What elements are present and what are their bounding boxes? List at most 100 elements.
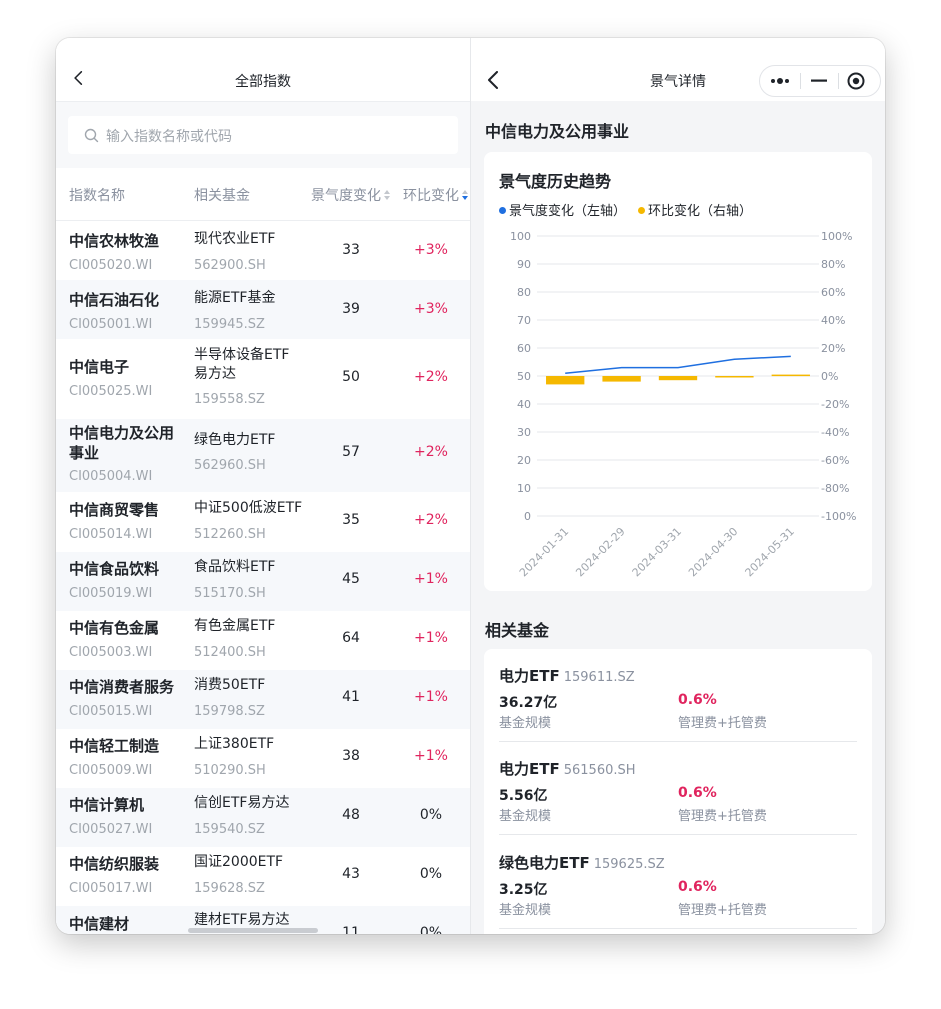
value-cell: 11 <box>342 925 360 934</box>
related-funds-title: 相关基金 <box>485 621 550 640</box>
right-nav-bar: 景气详情 <box>471 38 885 101</box>
more-icon[interactable] <box>770 76 792 86</box>
fund-code: 159798.SZ <box>194 704 265 719</box>
fund-item-name: 电力ETF <box>499 667 560 685</box>
fund-item-name: 绿色电力ETF <box>499 854 590 872</box>
fund-fee-value: 0.6% <box>678 785 717 801</box>
header-change-sort[interactable]: 环比变化 <box>403 185 469 205</box>
divider <box>499 928 857 929</box>
table-row[interactable]: 中信有色金属 CI005003.WI 有色金属ETF 512400.SH 64 … <box>56 611 470 670</box>
table-row[interactable]: 中信石油石化 CI005001.WI 能源ETF基金 159945.SZ 39 … <box>56 280 470 339</box>
index-code: CI005019.WI <box>69 586 153 601</box>
fund-scale-value: 3.25亿 <box>499 882 548 898</box>
divider <box>499 834 857 835</box>
fund-code: 159945.SZ <box>194 317 265 332</box>
value-cell: 35 <box>342 512 360 528</box>
value-cell: 57 <box>342 444 360 460</box>
fund-item-code: 561560.SH <box>563 763 636 778</box>
value-cell: 38 <box>342 748 360 764</box>
fund-name: 中证500低波ETF <box>194 500 303 516</box>
change-cell: +1% <box>414 689 448 705</box>
search-placeholder: 输入指数名称或代码 <box>106 129 232 145</box>
sort-icon <box>384 190 390 200</box>
index-code: CI005017.WI <box>69 881 153 896</box>
index-code: CI005003.WI <box>69 645 153 660</box>
minimize-icon[interactable] <box>811 79 827 83</box>
fund-fee-label: 管理费+托管费 <box>678 716 767 731</box>
index-code: CI005009.WI <box>69 763 153 778</box>
capsule-separator <box>838 73 839 89</box>
table-row[interactable]: 中信食品饮料 CI005019.WI 食品饮料ETF 515170.SH 45 … <box>56 552 470 611</box>
fund-scale-value: 36.27亿 <box>499 695 558 711</box>
fund-scale-label: 基金规模 <box>499 809 552 824</box>
bar-mark <box>715 376 754 378</box>
table-row[interactable]: 中信商贸零售 CI005014.WI 中证500低波ETF 512260.SH … <box>56 492 470 552</box>
index-code: CI005020.WI <box>69 258 153 273</box>
y-right-tick-label: -20% <box>821 398 849 411</box>
table-row[interactable]: 中信农林牧渔 CI005020.WI 现代农业ETF 562900.SH 33 … <box>56 221 470 280</box>
y-left-tick-label: 90 <box>517 258 531 271</box>
close-target-icon[interactable] <box>847 72 865 90</box>
table-row[interactable]: 中信纺织服装 CI005017.WI 国证2000ETF 159628.SZ 4… <box>56 847 470 906</box>
legend-item-line[interactable]: 景气度变化（左轴） <box>499 204 626 219</box>
app-window: 全部指数 输入指数名称或代码 指数名称 相关基金 景气度变化 环比变化 中信农林… <box>56 38 885 934</box>
sort-desc-icon <box>462 190 468 200</box>
legend-item-bar[interactable]: 环比变化（右轴） <box>638 204 752 219</box>
table-row[interactable]: 中信电子 CI005025.WI 半导体设备ETF易方达 159558.SZ 5… <box>56 339 470 419</box>
y-right-tick-label: -100% <box>821 510 856 523</box>
chart-card-title: 景气度历史趋势 <box>499 172 612 191</box>
y-right-tick-label: -60% <box>821 454 849 467</box>
fund-name: 能源ETF基金 <box>194 290 276 306</box>
index-name: 中信农林牧渔 <box>69 232 160 250</box>
fund-scale-label: 基金规模 <box>499 716 552 731</box>
fund-item-name: 电力ETF <box>499 760 560 778</box>
y-left-tick-label: 40 <box>517 398 531 411</box>
x-tick-label: 2024-02-29 <box>573 525 627 579</box>
change-cell: 0% <box>419 925 443 934</box>
index-name: 中信商贸零售 <box>69 501 160 519</box>
table-row[interactable]: 中信消费者服务 CI005015.WI 消费50ETF 159798.SZ 41… <box>56 670 470 729</box>
fund-code: 159540.SZ <box>194 822 265 837</box>
index-code: CI005001.WI <box>69 317 153 332</box>
bar-mark <box>771 374 810 377</box>
x-tick-label: 2024-03-31 <box>630 525 684 579</box>
table-row[interactable]: 中信电力及公用事业 CI005004.WI 绿色电力ETF 562960.SH … <box>56 419 470 492</box>
header-value-label: 景气度变化 <box>311 188 381 204</box>
value-cell: 50 <box>342 369 360 385</box>
trend-chart: 100 100%90 80%80 60%70 40%60 20%50 0%40 -20%30-… <box>510 230 856 579</box>
funds-card: 电力ETF 159611.SZ 36.27亿 基金规模 0.6% 管理费+托管费 … <box>484 649 872 934</box>
legend-dot-yellow <box>638 207 646 214</box>
fund-name: 上证380ETF <box>194 736 275 752</box>
header-related-fund: 相关基金 <box>194 188 250 204</box>
value-cell: 33 <box>342 242 360 258</box>
y-left-tick-label: 30 <box>517 426 531 439</box>
table-row[interactable]: 中信计算机 CI005027.WI 信创ETF易方达 159540.SZ 48 … <box>56 788 470 847</box>
value-cell: 48 <box>342 807 360 823</box>
fund-fee-value: 0.6% <box>678 692 717 708</box>
y-left-tick-label: 10 <box>517 482 531 495</box>
chart-card: 景气度历史趋势 景气度变化（左轴） 环比变化（右轴） 100 100% 90 80% 80… <box>484 152 872 591</box>
bar-mark <box>658 376 698 381</box>
y-left-tick-label: 80 <box>517 286 531 299</box>
fund-code: 512400.SH <box>194 645 266 660</box>
header-value-sort[interactable]: 景气度变化 <box>311 185 391 205</box>
legend-label-right: 环比变化（右轴） <box>648 204 753 219</box>
search-input[interactable]: 输入指数名称或代码 <box>68 116 458 154</box>
fund-fee-label: 管理费+托管费 <box>678 903 767 918</box>
y-left-tick-label: 20 <box>517 454 531 467</box>
fund-name: 信创ETF易方达 <box>194 795 290 811</box>
search-area: 输入指数名称或代码 <box>56 102 470 168</box>
y-right-tick-label: 0% <box>821 370 838 383</box>
value-cell: 43 <box>342 866 360 882</box>
change-cell: +2% <box>414 512 448 528</box>
fund-fee-value: 0.6% <box>678 879 717 895</box>
y-right-tick-label: -80% <box>821 482 849 495</box>
horizontal-scrollbar[interactable] <box>188 928 318 933</box>
fund-code: 512260.SH <box>194 527 266 542</box>
fund-scale-label: 基金规模 <box>499 903 552 918</box>
value-cell: 41 <box>342 689 360 705</box>
value-cell: 45 <box>342 571 360 587</box>
index-name: 中信轻工制造 <box>69 737 160 755</box>
table-row[interactable]: 中信轻工制造 CI005009.WI 上证380ETF 510290.SH 38… <box>56 729 470 788</box>
change-cell: +3% <box>414 301 448 317</box>
